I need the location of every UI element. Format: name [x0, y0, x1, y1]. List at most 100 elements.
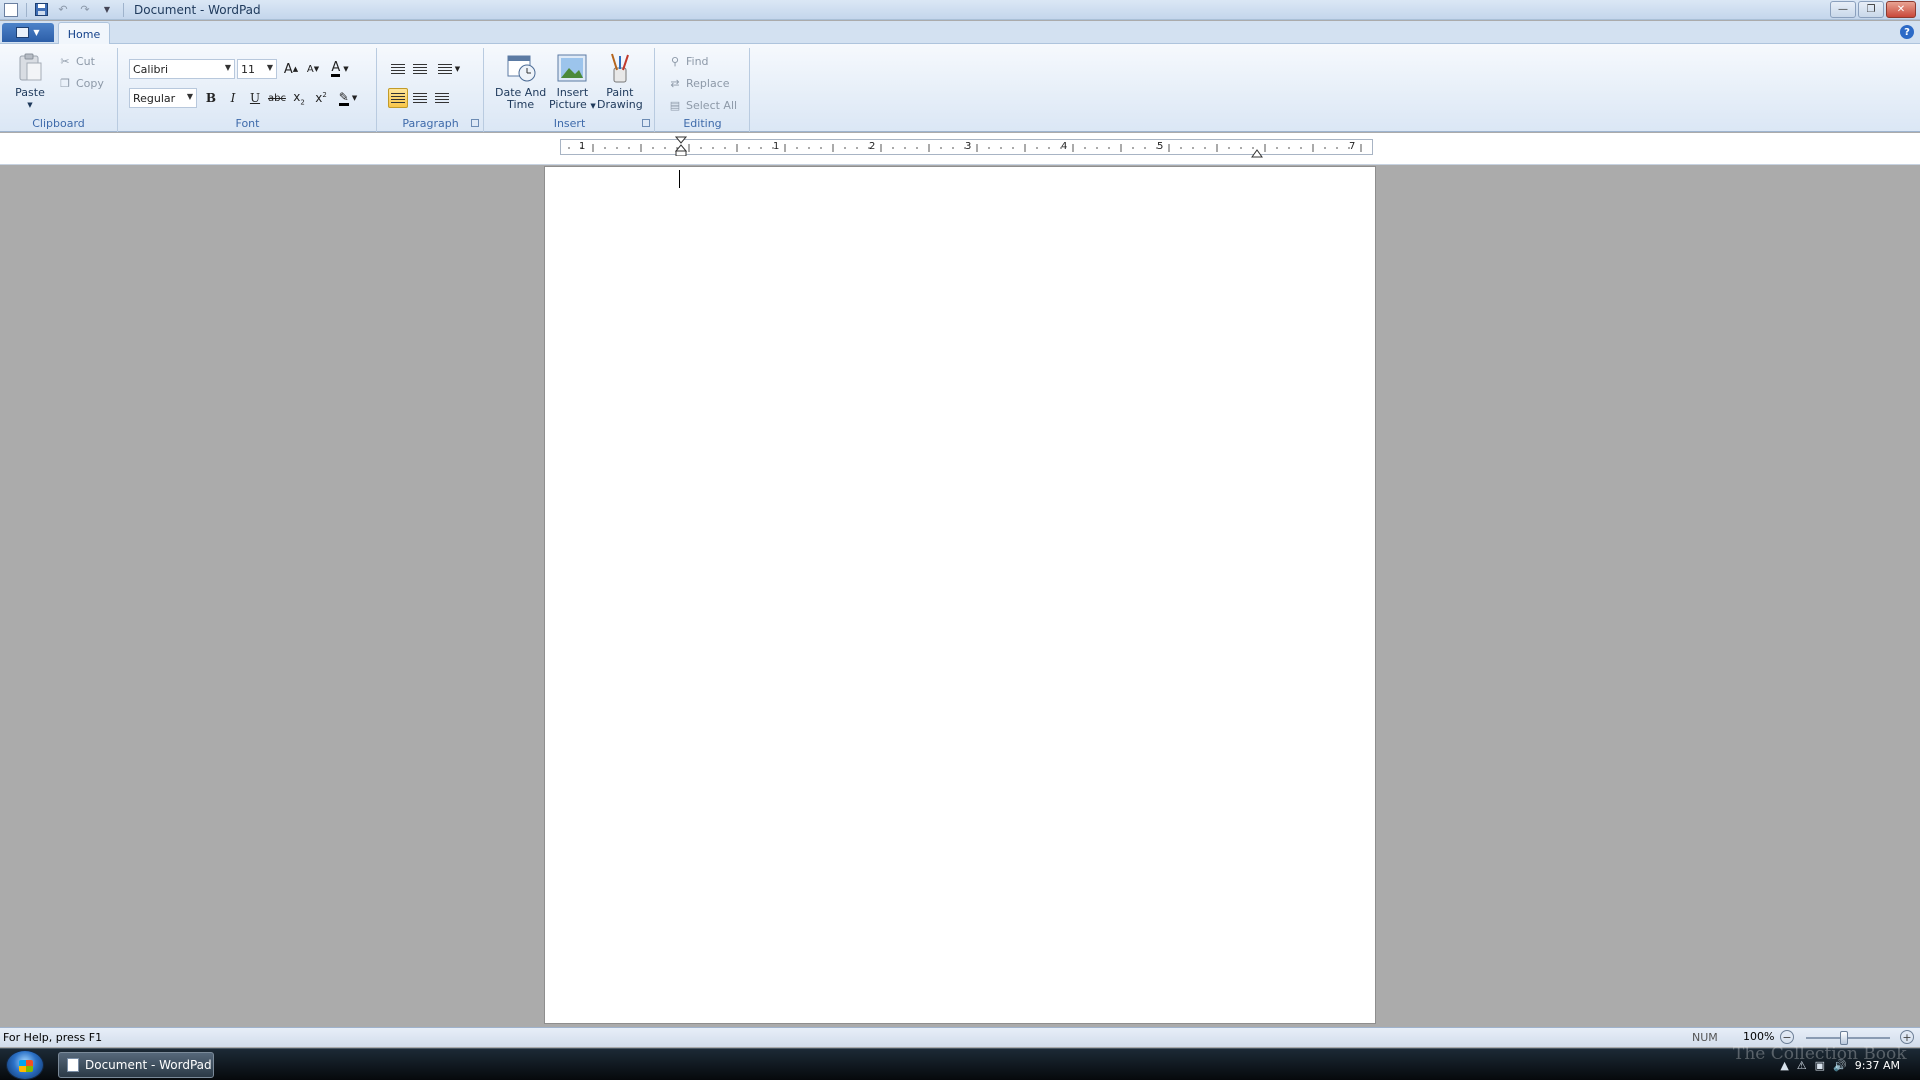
align-left-button[interactable] [388, 88, 408, 108]
grow-font-button[interactable]: A ▲ [281, 59, 301, 79]
document-workspace [0, 166, 1920, 1026]
chevron-down-icon: ▼ [454, 65, 461, 73]
font-size-value: 11 [241, 62, 255, 76]
italic-button[interactable]: I [223, 88, 243, 108]
document-page[interactable] [544, 166, 1376, 1024]
zoom-in-button[interactable]: + [1900, 1030, 1914, 1044]
customize-qat-dropdown-icon[interactable]: ▼ [99, 2, 115, 18]
ruler-number: 7 [1349, 141, 1356, 152]
paste-button[interactable]: Paste ▼ [14, 52, 46, 111]
chevron-down-icon: ▼ [33, 28, 40, 37]
highlight-color-button[interactable]: ✎ ▼ [333, 88, 363, 108]
chevron-down-icon: ▼ [343, 65, 349, 73]
undo-icon[interactable]: ↶ [55, 2, 71, 18]
ruler-number: 5 [1157, 141, 1164, 152]
shrink-font-button[interactable]: A ▼ [303, 59, 323, 79]
zoom-slider-track[interactable] [1806, 1037, 1890, 1039]
chevron-down-icon: ▼ [351, 94, 358, 102]
bullet-list-icon [437, 63, 452, 75]
start-button[interactable] [6, 1050, 44, 1080]
bullet-list-button[interactable]: ▼ [434, 59, 464, 79]
qat-separator [123, 2, 124, 17]
find-button[interactable]: ⚲ Find [668, 52, 709, 70]
ruler-number: 1 [773, 141, 780, 152]
strikethrough-button[interactable]: abc [267, 88, 287, 108]
underline-button[interactable]: U [245, 88, 265, 108]
paint-drawing-button[interactable]: Paint Drawing [597, 52, 643, 111]
cut-label: Cut [76, 54, 95, 68]
align-center-icon [413, 92, 427, 104]
cut-button[interactable]: ✂ Cut [58, 52, 95, 70]
font-style-select[interactable]: Regular ▼ [129, 88, 197, 108]
zoom-out-button[interactable]: − [1780, 1030, 1794, 1044]
tab-home[interactable]: Home [58, 22, 110, 45]
help-icon[interactable]: ? [1900, 25, 1914, 39]
paste-icon [14, 52, 46, 84]
status-help-text: For Help, press F1 [3, 1031, 103, 1044]
font-group-label: Font [235, 117, 260, 130]
date-and-time-label: Time [507, 98, 535, 111]
copy-button[interactable]: ❐ Copy [58, 74, 104, 92]
insert-picture-label: Picture ▼ [549, 98, 596, 111]
left-indent-marker[interactable] [675, 136, 687, 156]
superscript-button[interactable]: x2 [311, 88, 331, 108]
insert-group: Date And Time Insert Picture ▼ Paint Dra… [485, 48, 655, 132]
insert-picture-button[interactable]: Insert Picture ▼ [549, 52, 596, 112]
ruler-strip: 1 1 2 3 4 5 7 [0, 133, 1920, 165]
paint-drawing-label: Drawing [597, 98, 643, 111]
ruler-number: 3 [965, 141, 972, 152]
increase-indent-button[interactable] [410, 59, 430, 79]
font-family-value: Calibri [133, 62, 169, 76]
taskbar-item-wordpad[interactable]: Document - WordPad [58, 1052, 214, 1078]
restore-button[interactable]: ❐ [1858, 1, 1884, 18]
zoom-level[interactable]: 100% [1743, 1030, 1774, 1043]
close-button[interactable]: ✕ [1886, 1, 1916, 18]
ruler-number: 4 [1061, 141, 1068, 152]
font-family-select[interactable]: Calibri ▼ [129, 59, 235, 79]
bold-button[interactable]: B [201, 88, 221, 108]
right-indent-marker[interactable] [1251, 148, 1263, 158]
wordpad-app-icon[interactable] [4, 2, 18, 17]
zoom-slider-thumb[interactable] [1839, 1031, 1848, 1045]
replace-icon: ⇄ [670, 76, 680, 90]
application-menu-button[interactable]: ▼ [2, 23, 54, 42]
shrink-font-label: A [306, 63, 314, 75]
picture-icon [556, 52, 588, 84]
align-right-icon [435, 92, 449, 104]
paragraph-dialog-launcher[interactable] [471, 119, 479, 127]
qat-separator [26, 2, 27, 17]
wordpad-icon [67, 1058, 79, 1072]
windows-logo-icon [19, 1060, 33, 1072]
save-icon[interactable] [33, 2, 49, 18]
select-all-icon: ▤ [669, 98, 681, 112]
calendar-clock-icon [505, 52, 537, 84]
window-title: Document - WordPad [134, 2, 261, 17]
align-center-button[interactable] [410, 88, 430, 108]
status-bar: For Help, press F1 NUM 100% − + [0, 1027, 1920, 1047]
decrease-indent-button[interactable] [388, 59, 408, 79]
date-and-time-button[interactable]: Date And Time [495, 52, 546, 111]
ribbon-tabs: ▼ Home ? [0, 21, 1920, 45]
shrink-font-icon: ▼ [313, 65, 320, 73]
num-lock-indicator: NUM [1692, 1031, 1718, 1044]
replace-button[interactable]: ⇄ Replace [668, 74, 729, 92]
subscript-button[interactable]: x2 [289, 88, 309, 108]
paste-label: Paste [15, 86, 45, 99]
redo-icon[interactable]: ↷ [77, 2, 93, 18]
align-right-button[interactable] [432, 88, 452, 108]
ruler-number: 1 [579, 141, 586, 152]
font-color-button[interactable]: A ▼ [325, 59, 355, 79]
font-size-select[interactable]: 11 ▼ [237, 59, 277, 79]
select-all-button[interactable]: ▤ Select All [668, 96, 737, 114]
grow-font-label: A [283, 61, 293, 77]
select-all-label: Select All [686, 98, 738, 112]
ruler[interactable]: 1 1 2 3 4 5 7 [560, 136, 1373, 158]
grow-font-icon: ▲ [292, 65, 299, 73]
decrease-indent-icon [391, 63, 405, 75]
highlighter-icon: ✎ [338, 89, 349, 106]
increase-indent-icon [413, 63, 427, 75]
font-group: Calibri ▼ 11 ▼ A ▲ A ▼ A ▼ Regular ▼ B I U… [119, 48, 377, 132]
insert-dialog-launcher[interactable] [642, 119, 650, 127]
minimize-button[interactable]: — [1830, 1, 1856, 18]
paragraph-group-label: Paragraph [402, 117, 459, 130]
